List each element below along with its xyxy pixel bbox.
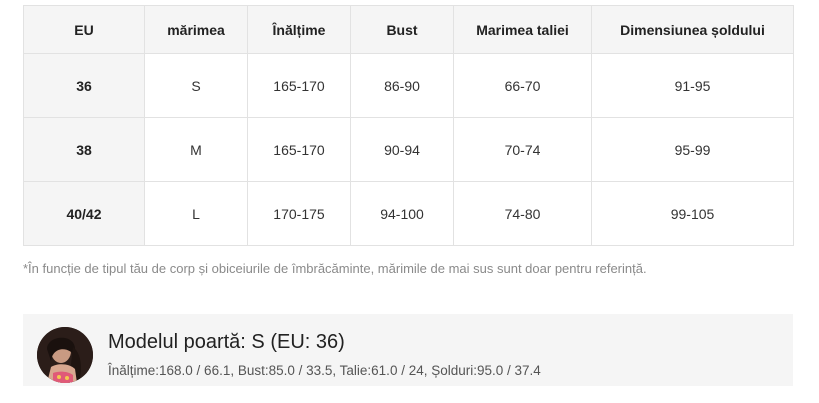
- cell-hip: 99-105: [591, 181, 794, 246]
- cell-waist: 74-80: [453, 181, 592, 246]
- table-row: 40/42 L 170-175 94-100 74-80 99-105: [23, 181, 794, 246]
- size-guide-page: EU mărimea Înălțime Bust Marimea taliei …: [0, 0, 819, 403]
- model-measurements: Înălțime:168.0 / 66.1, Bust:85.0 / 33.5,…: [108, 363, 541, 378]
- cell-eu: 40/42: [23, 181, 145, 246]
- cell-waist: 70-74: [453, 117, 592, 182]
- cell-bust: 90-94: [350, 117, 454, 182]
- header-bust: Bust: [350, 5, 454, 54]
- cell-hip: 95-99: [591, 117, 794, 182]
- cell-height: 170-175: [247, 181, 351, 246]
- header-waist: Marimea taliei: [453, 5, 592, 54]
- model-wearing-size: Modelul poartă: S (EU: 36): [108, 331, 345, 353]
- avatar-photo-icon: [37, 327, 93, 383]
- model-info-box: Modelul poartă: S (EU: 36) Înălțime:168.…: [23, 314, 793, 386]
- cell-waist: 66-70: [453, 53, 592, 118]
- cell-bust: 94-100: [350, 181, 454, 246]
- table-row: 38 M 165-170 90-94 70-74 95-99: [23, 117, 794, 182]
- cell-hip: 91-95: [591, 53, 794, 118]
- cell-height: 165-170: [247, 53, 351, 118]
- cell-size: L: [144, 181, 248, 246]
- model-avatar: [37, 327, 93, 383]
- size-reference-note: *În funcție de tipul tău de corp și obic…: [23, 261, 647, 276]
- cell-height: 165-170: [247, 117, 351, 182]
- header-hip: Dimensiunea șoldului: [591, 5, 794, 54]
- header-height: Înălțime: [247, 5, 351, 54]
- header-eu: EU: [23, 5, 145, 54]
- size-table: EU mărimea Înălțime Bust Marimea taliei …: [23, 5, 794, 246]
- table-row: 36 S 165-170 86-90 66-70 91-95: [23, 53, 794, 118]
- header-size: mărimea: [144, 5, 248, 54]
- cell-size: S: [144, 53, 248, 118]
- cell-eu: 38: [23, 117, 145, 182]
- cell-bust: 86-90: [350, 53, 454, 118]
- cell-size: M: [144, 117, 248, 182]
- table-header-row: EU mărimea Înălțime Bust Marimea taliei …: [23, 5, 794, 54]
- cell-eu: 36: [23, 53, 145, 118]
